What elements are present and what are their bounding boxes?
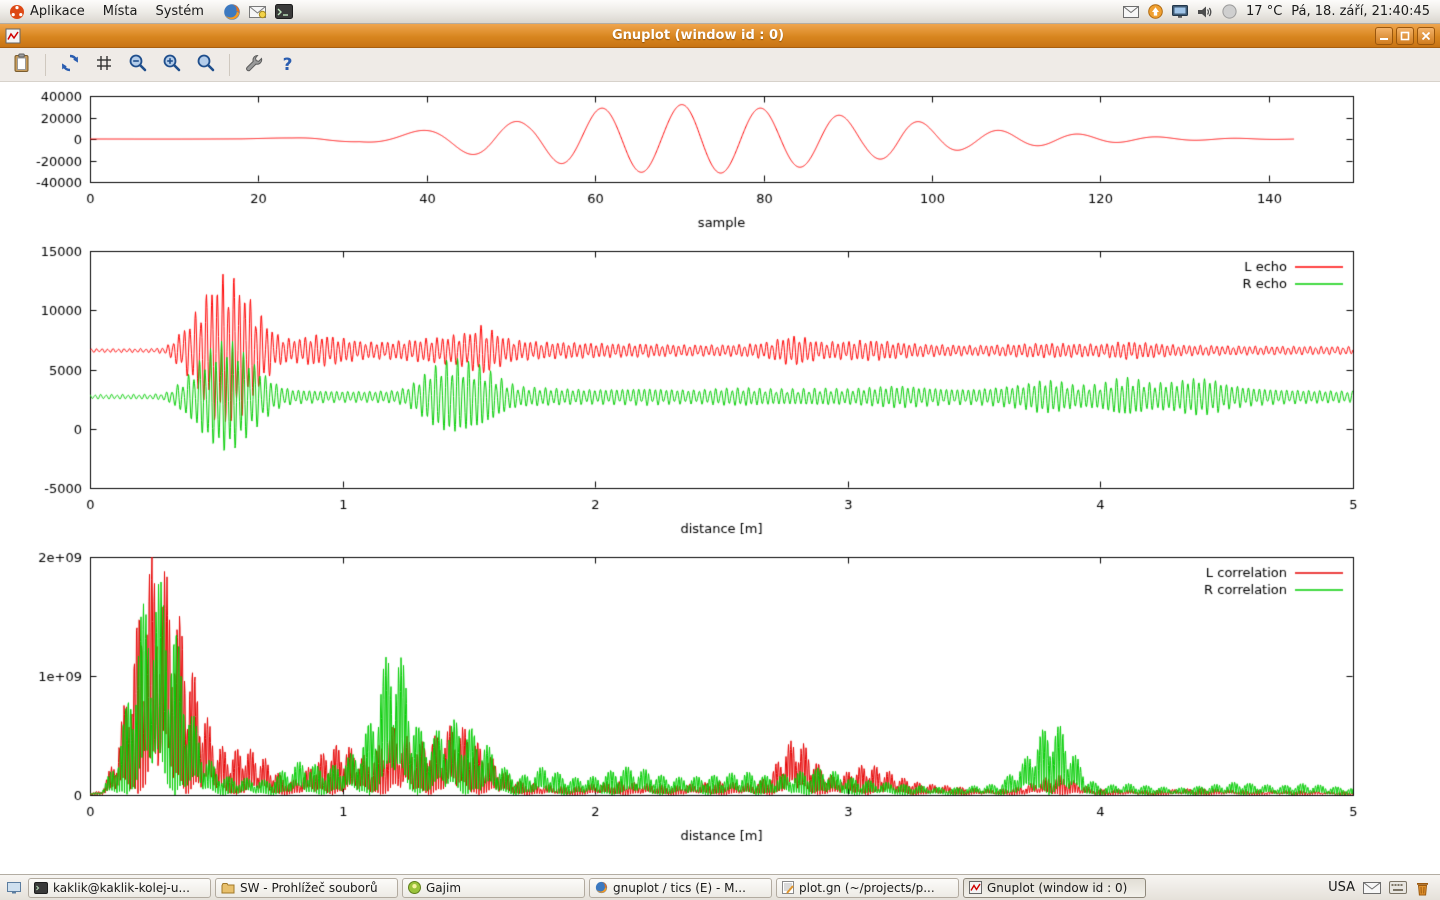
menu-places-label: Místa (103, 4, 138, 19)
show-desktop-button[interactable] (4, 878, 24, 898)
chart-echo-signals[interactable] (0, 240, 1440, 547)
trash-icon[interactable] (1415, 880, 1430, 896)
grid-icon (95, 54, 113, 76)
menu-system-label: Systém (155, 4, 203, 19)
task-label: kaklik@kaklik-kolej-u... (53, 881, 190, 895)
mail-icon[interactable] (1363, 881, 1381, 895)
clipboard-icon (12, 53, 32, 77)
task-label: Gnuplot (window id : 0) (987, 881, 1127, 895)
minimize-button[interactable] (1375, 27, 1393, 45)
menu-applications-label: Aplikace (30, 4, 85, 19)
mail-notification-icon[interactable] (1123, 6, 1139, 18)
toolbar-separator (229, 54, 230, 76)
gajim-icon (408, 881, 421, 894)
zoom-previous-button[interactable] (124, 51, 151, 78)
maximize-button[interactable] (1396, 27, 1414, 45)
menu-applications[interactable]: Aplikace (0, 0, 94, 23)
task-button-gnuplot[interactable]: Gnuplot (window id : 0) (963, 878, 1146, 898)
weather-icon[interactable] (1222, 4, 1237, 19)
task-label: SW - Prohlížeč souborů (240, 881, 378, 895)
menu-system[interactable]: Systém (146, 0, 212, 23)
terminal-icon (34, 882, 48, 894)
ubuntu-logo-icon (9, 4, 25, 20)
configure-button[interactable] (240, 51, 267, 78)
evolution-launcher-icon[interactable] (247, 1, 269, 23)
taskbar-right: USA (1328, 880, 1436, 896)
gnuplot-toolbar: ? (0, 48, 1440, 82)
keyboard-layout-indicator[interactable]: USA (1328, 880, 1355, 895)
temperature-label[interactable]: 17 °C (1246, 4, 1282, 19)
chart-correlations[interactable] (0, 547, 1440, 860)
replot-button[interactable] (56, 51, 83, 78)
task-button-gajim[interactable]: Gajim (402, 878, 585, 898)
window-buttons (1375, 27, 1435, 45)
toggle-grid-button[interactable] (90, 51, 117, 78)
firefox-icon (595, 881, 608, 894)
task-button-text-editor[interactable]: plot.gn (~/projects/p... (776, 878, 959, 898)
update-notifier-icon[interactable] (1148, 4, 1163, 19)
window-titlebar[interactable]: Gnuplot (window id : 0) (0, 24, 1440, 48)
keyboard-icon[interactable] (1389, 881, 1407, 894)
zoom-next-button[interactable] (158, 51, 185, 78)
task-button-terminal[interactable]: kaklik@kaklik-kolej-u... (28, 878, 211, 898)
close-button[interactable] (1417, 27, 1435, 45)
help-icon: ? (283, 55, 293, 75)
menu-places[interactable]: Místa (94, 0, 147, 23)
panel-launchers (221, 1, 295, 23)
task-label: gnuplot / tics (E) - M... (613, 881, 746, 895)
gnuplot-icon (969, 881, 982, 894)
wrench-icon (244, 53, 264, 77)
display-icon[interactable] (1172, 5, 1188, 18)
replot-icon (60, 53, 80, 77)
chart-sample-waveform[interactable] (0, 82, 1440, 240)
toolbar-separator (45, 54, 46, 76)
clock[interactable]: Pá, 18. září, 21:40:45 (1291, 4, 1430, 19)
task-button-file-browser[interactable]: SW - Prohlížeč souborů (215, 878, 398, 898)
top-panel: Aplikace Místa Systém 17 °C (0, 0, 1440, 24)
terminal-launcher-icon[interactable] (273, 1, 295, 23)
speaker-icon[interactable] (1197, 5, 1213, 19)
folder-icon (221, 882, 235, 894)
autoscale-icon (196, 53, 216, 77)
task-button-firefox[interactable]: gnuplot / tics (E) - M... (589, 878, 772, 898)
plot-area (0, 82, 1440, 874)
autoscale-button[interactable] (192, 51, 219, 78)
help-button[interactable]: ? (274, 51, 301, 78)
gnuplot-window-icon (5, 28, 21, 44)
panel-tray: 17 °C Pá, 18. září, 21:40:45 (1123, 4, 1440, 19)
text-editor-icon (782, 881, 794, 894)
zoom-previous-icon (128, 53, 148, 77)
zoom-next-icon (162, 53, 182, 77)
task-label: Gajim (426, 881, 461, 895)
taskbar: kaklik@kaklik-kolej-u... SW - Prohlížeč … (0, 874, 1440, 900)
task-label: plot.gn (~/projects/p... (799, 881, 935, 895)
copy-clipboard-button[interactable] (8, 51, 35, 78)
window-title: Gnuplot (window id : 0) (21, 28, 1375, 43)
firefox-launcher-icon[interactable] (221, 1, 243, 23)
